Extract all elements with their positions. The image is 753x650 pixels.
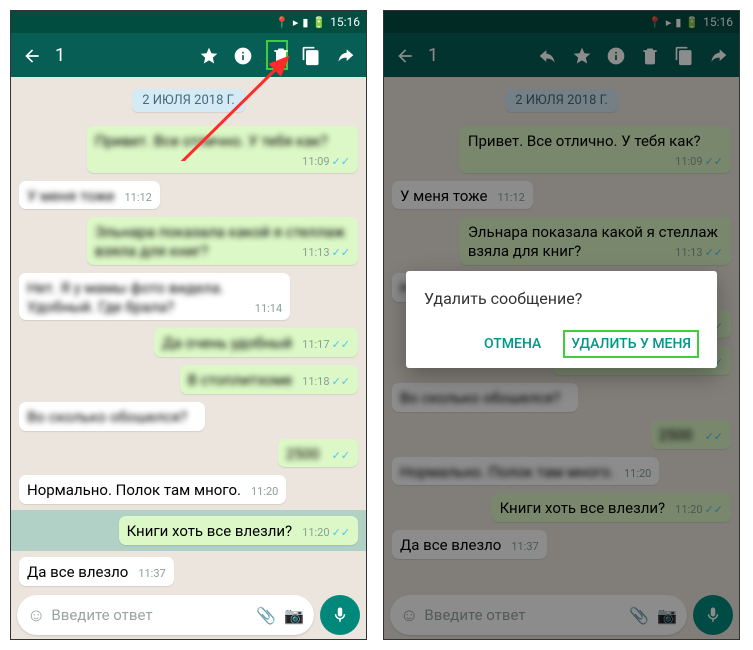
phone-right: 📍 ▸ ▮ 🔋 15:16 1 2 ИЮЛЯ 2018 Г. Привет. В… (383, 10, 740, 640)
message-time: 11:09✓✓ (302, 155, 350, 169)
selection-app-bar: 1 (11, 33, 366, 77)
phone-left: 📍 ▸ ▮ 🔋 15:16 1 2 ИЮЛЯ 2018 Г. Привет. В… (10, 10, 367, 640)
message-bubble[interactable]: Во сколько обошелся? (19, 402, 205, 431)
message-input[interactable]: ☺ Введите ответ 📎 📷 (17, 595, 314, 635)
message-text: 2500 (286, 445, 320, 463)
message-text: Книги хоть все влезли? (127, 522, 293, 540)
message-time: ✓✓ (330, 449, 350, 463)
copy-icon[interactable] (300, 44, 322, 65)
message-time: 11:14 (255, 302, 282, 316)
delete-for-me-button[interactable]: УДАЛИТЬ У МЕНЯ (563, 330, 699, 358)
dialog-title: Удалить сообщение? (424, 289, 699, 308)
message-bubble[interactable]: Эльнара показала какой я стеллаж взяла д… (87, 217, 358, 265)
input-placeholder: Введите ответ (51, 606, 248, 624)
message-bubble[interactable]: Да все влезло 11:37 (19, 557, 174, 586)
read-ticks-icon: ✓✓ (332, 338, 350, 351)
read-ticks-icon: ✓✓ (332, 526, 350, 539)
message-bubble[interactable]: Нормально. Полок там много. 11:20 (19, 475, 286, 504)
date-chip: 2 ИЮЛЯ 2018 Г. (132, 89, 245, 112)
signal-icon: ▮ (302, 16, 308, 29)
message-time: 11:18✓✓ (302, 375, 350, 389)
message-text: Нормально. Полок там много. (27, 481, 241, 499)
read-ticks-icon: ✓✓ (332, 449, 350, 462)
status-time: 15:16 (330, 15, 360, 29)
message-bubble[interactable]: Нет. Я у мамы фото видела. Удобный. Где … (19, 273, 290, 321)
info-icon[interactable] (232, 44, 254, 65)
message-time: 11:37 (138, 567, 165, 581)
back-icon[interactable] (21, 44, 43, 65)
emoji-icon[interactable]: ☺ (27, 605, 45, 626)
message-bubble[interactable]: У меня тоже 11:12 (19, 181, 160, 210)
camera-icon[interactable]: 📷 (284, 606, 304, 625)
delete-dialog: Удалить сообщение? ОТМЕНА УДАЛИТЬ У МЕНЯ (406, 271, 717, 368)
message-time: 11:12 (124, 191, 151, 205)
status-bar: 📍 ▸ ▮ 🔋 15:16 (11, 11, 366, 33)
message-time: 11:20✓✓ (302, 526, 350, 540)
wifi-icon: ▸ (293, 16, 299, 29)
message-text: Нет. Я у мамы фото видела. Удобный. Где … (27, 279, 224, 316)
star-icon[interactable] (198, 44, 220, 65)
read-ticks-icon: ✓✓ (332, 375, 350, 388)
message-text: Привет. Все отлично. У тебя как? (95, 132, 328, 150)
message-text: В стоплитхоме (188, 371, 293, 389)
read-ticks-icon: ✓✓ (332, 155, 350, 168)
input-bar: ☺ Введите ответ 📎 📷 (17, 595, 360, 635)
message-bubble[interactable]: Привет. Все отлично. У тебя как? 11:09✓✓ (87, 126, 358, 173)
message-text: Во сколько обошелся? (27, 408, 187, 426)
message-bubble[interactable]: Да очень удобный 11:17✓✓ (154, 328, 358, 357)
attach-icon[interactable]: 📎 (256, 606, 276, 625)
chat-body[interactable]: 2 ИЮЛЯ 2018 Г. Привет. Все отлично. У те… (11, 77, 366, 593)
message-time: 11:13✓✓ (302, 246, 350, 260)
read-ticks-icon: ✓✓ (332, 246, 350, 259)
forward-icon[interactable] (334, 44, 356, 65)
message-bubble[interactable]: Книги хоть все влезли? 11:20✓✓ (119, 516, 358, 545)
delete-icon[interactable] (266, 40, 288, 69)
battery-icon: 🔋 (312, 16, 326, 29)
message-bubble[interactable]: В стоплитхоме 11:18✓✓ (180, 365, 358, 394)
selection-count: 1 (55, 45, 186, 66)
message-text: Да очень удобный (162, 334, 292, 352)
message-bubble[interactable]: 2500 ✓✓ (278, 439, 358, 468)
message-time: 11:20 (251, 485, 278, 499)
cancel-button[interactable]: ОТМЕНА (480, 330, 545, 358)
message-time: 11:17✓✓ (302, 338, 350, 352)
message-text: Да все влезло (27, 563, 128, 581)
message-text: У меня тоже (27, 187, 114, 205)
mic-button[interactable] (320, 595, 360, 635)
location-icon: 📍 (275, 16, 289, 29)
